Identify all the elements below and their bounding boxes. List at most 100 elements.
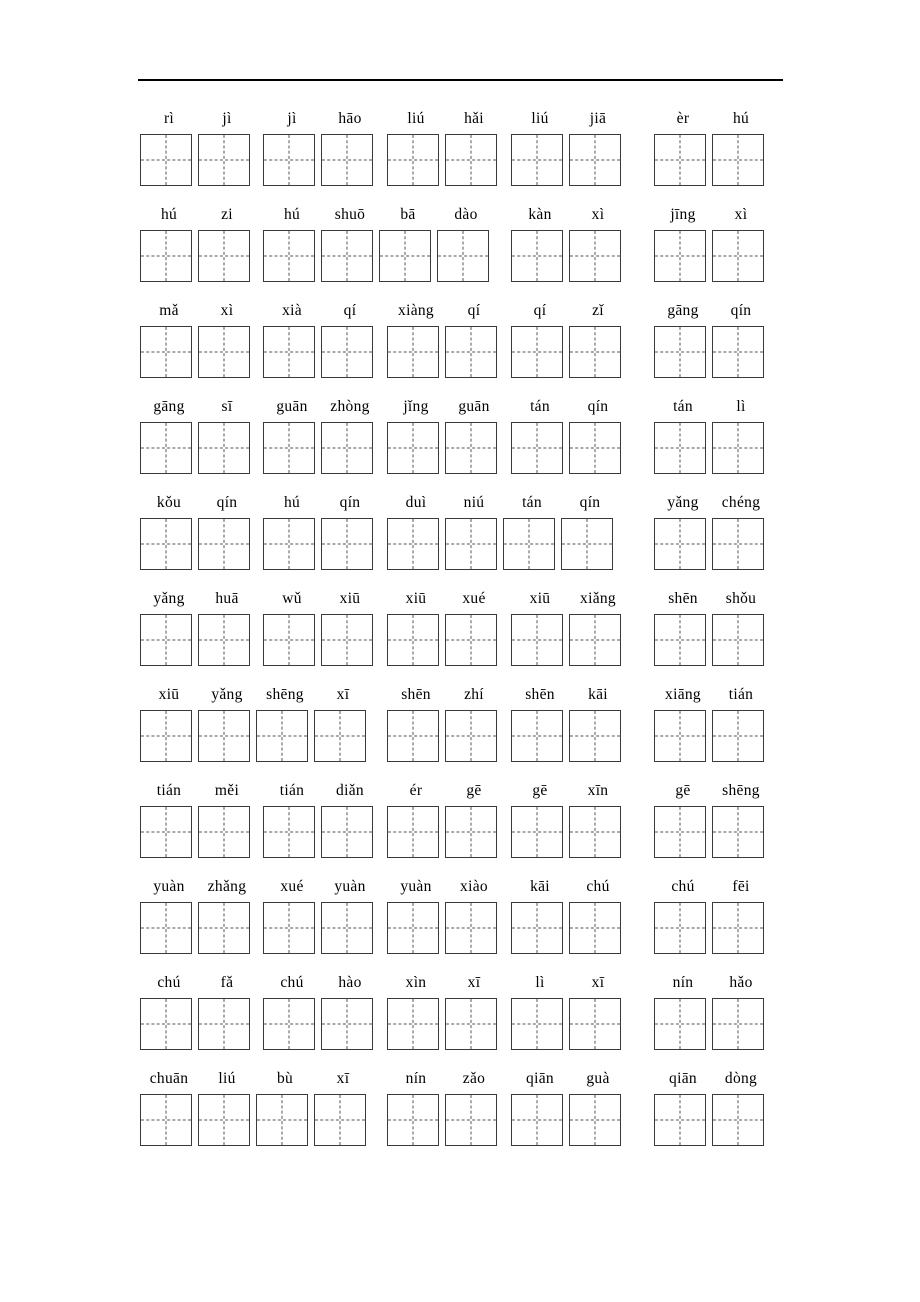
character-write-box[interactable] xyxy=(445,902,497,954)
character-write-box[interactable] xyxy=(569,710,621,762)
character-write-box[interactable] xyxy=(140,422,192,474)
character-write-box[interactable] xyxy=(314,710,366,762)
character-write-box[interactable] xyxy=(198,614,250,666)
character-write-box[interactable] xyxy=(445,134,497,186)
character-write-box[interactable] xyxy=(263,326,315,378)
character-write-box[interactable] xyxy=(569,902,621,954)
character-write-box[interactable] xyxy=(256,1094,308,1146)
character-write-box[interactable] xyxy=(712,134,764,186)
character-write-box[interactable] xyxy=(321,326,373,378)
character-write-box[interactable] xyxy=(198,134,250,186)
character-write-box[interactable] xyxy=(140,134,192,186)
character-write-box[interactable] xyxy=(321,806,373,858)
character-write-box[interactable] xyxy=(511,710,563,762)
character-write-box[interactable] xyxy=(569,998,621,1050)
character-write-box[interactable] xyxy=(198,806,250,858)
character-write-box[interactable] xyxy=(511,902,563,954)
character-write-box[interactable] xyxy=(263,422,315,474)
character-write-box[interactable] xyxy=(379,230,431,282)
character-write-box[interactable] xyxy=(263,614,315,666)
character-write-box[interactable] xyxy=(712,614,764,666)
character-write-box[interactable] xyxy=(387,806,439,858)
character-write-box[interactable] xyxy=(140,998,192,1050)
character-write-box[interactable] xyxy=(263,230,315,282)
character-write-box[interactable] xyxy=(569,422,621,474)
character-write-box[interactable] xyxy=(569,806,621,858)
character-write-box[interactable] xyxy=(321,902,373,954)
character-write-box[interactable] xyxy=(712,902,764,954)
character-write-box[interactable] xyxy=(387,998,439,1050)
character-write-box[interactable] xyxy=(387,326,439,378)
character-write-box[interactable] xyxy=(321,134,373,186)
character-write-box[interactable] xyxy=(503,518,555,570)
character-write-box[interactable] xyxy=(198,422,250,474)
character-write-box[interactable] xyxy=(263,902,315,954)
character-write-box[interactable] xyxy=(712,230,764,282)
character-write-box[interactable] xyxy=(712,518,764,570)
character-write-box[interactable] xyxy=(445,998,497,1050)
character-write-box[interactable] xyxy=(387,518,439,570)
character-write-box[interactable] xyxy=(321,422,373,474)
character-write-box[interactable] xyxy=(140,518,192,570)
character-write-box[interactable] xyxy=(712,806,764,858)
character-write-box[interactable] xyxy=(712,422,764,474)
character-write-box[interactable] xyxy=(569,1094,621,1146)
character-write-box[interactable] xyxy=(654,806,706,858)
character-write-box[interactable] xyxy=(511,1094,563,1146)
character-write-box[interactable] xyxy=(654,134,706,186)
character-write-box[interactable] xyxy=(445,710,497,762)
character-write-box[interactable] xyxy=(569,326,621,378)
character-write-box[interactable] xyxy=(387,134,439,186)
character-write-box[interactable] xyxy=(654,422,706,474)
character-write-box[interactable] xyxy=(387,614,439,666)
character-write-box[interactable] xyxy=(445,806,497,858)
character-write-box[interactable] xyxy=(511,326,563,378)
character-write-box[interactable] xyxy=(198,230,250,282)
character-write-box[interactable] xyxy=(445,614,497,666)
character-write-box[interactable] xyxy=(321,230,373,282)
character-write-box[interactable] xyxy=(321,518,373,570)
character-write-box[interactable] xyxy=(198,710,250,762)
character-write-box[interactable] xyxy=(569,614,621,666)
character-write-box[interactable] xyxy=(140,1094,192,1146)
character-write-box[interactable] xyxy=(654,614,706,666)
character-write-box[interactable] xyxy=(140,710,192,762)
character-write-box[interactable] xyxy=(263,134,315,186)
character-write-box[interactable] xyxy=(387,902,439,954)
character-write-box[interactable] xyxy=(445,1094,497,1146)
character-write-box[interactable] xyxy=(314,1094,366,1146)
character-write-box[interactable] xyxy=(387,422,439,474)
character-write-box[interactable] xyxy=(198,902,250,954)
character-write-box[interactable] xyxy=(712,326,764,378)
character-write-box[interactable] xyxy=(561,518,613,570)
character-write-box[interactable] xyxy=(654,518,706,570)
character-write-box[interactable] xyxy=(712,998,764,1050)
character-write-box[interactable] xyxy=(198,326,250,378)
character-write-box[interactable] xyxy=(198,998,250,1050)
character-write-box[interactable] xyxy=(387,1094,439,1146)
character-write-box[interactable] xyxy=(140,230,192,282)
character-write-box[interactable] xyxy=(198,1094,250,1146)
character-write-box[interactable] xyxy=(140,326,192,378)
character-write-box[interactable] xyxy=(140,806,192,858)
character-write-box[interactable] xyxy=(511,998,563,1050)
character-write-box[interactable] xyxy=(445,326,497,378)
character-write-box[interactable] xyxy=(387,710,439,762)
character-write-box[interactable] xyxy=(654,710,706,762)
character-write-box[interactable] xyxy=(140,614,192,666)
character-write-box[interactable] xyxy=(511,422,563,474)
character-write-box[interactable] xyxy=(511,230,563,282)
character-write-box[interactable] xyxy=(712,710,764,762)
character-write-box[interactable] xyxy=(569,230,621,282)
character-write-box[interactable] xyxy=(654,902,706,954)
character-write-box[interactable] xyxy=(569,134,621,186)
character-write-box[interactable] xyxy=(511,614,563,666)
character-write-box[interactable] xyxy=(256,710,308,762)
character-write-box[interactable] xyxy=(263,806,315,858)
character-write-box[interactable] xyxy=(654,230,706,282)
character-write-box[interactable] xyxy=(437,230,489,282)
character-write-box[interactable] xyxy=(511,806,563,858)
character-write-box[interactable] xyxy=(321,614,373,666)
character-write-box[interactable] xyxy=(712,1094,764,1146)
character-write-box[interactable] xyxy=(198,518,250,570)
